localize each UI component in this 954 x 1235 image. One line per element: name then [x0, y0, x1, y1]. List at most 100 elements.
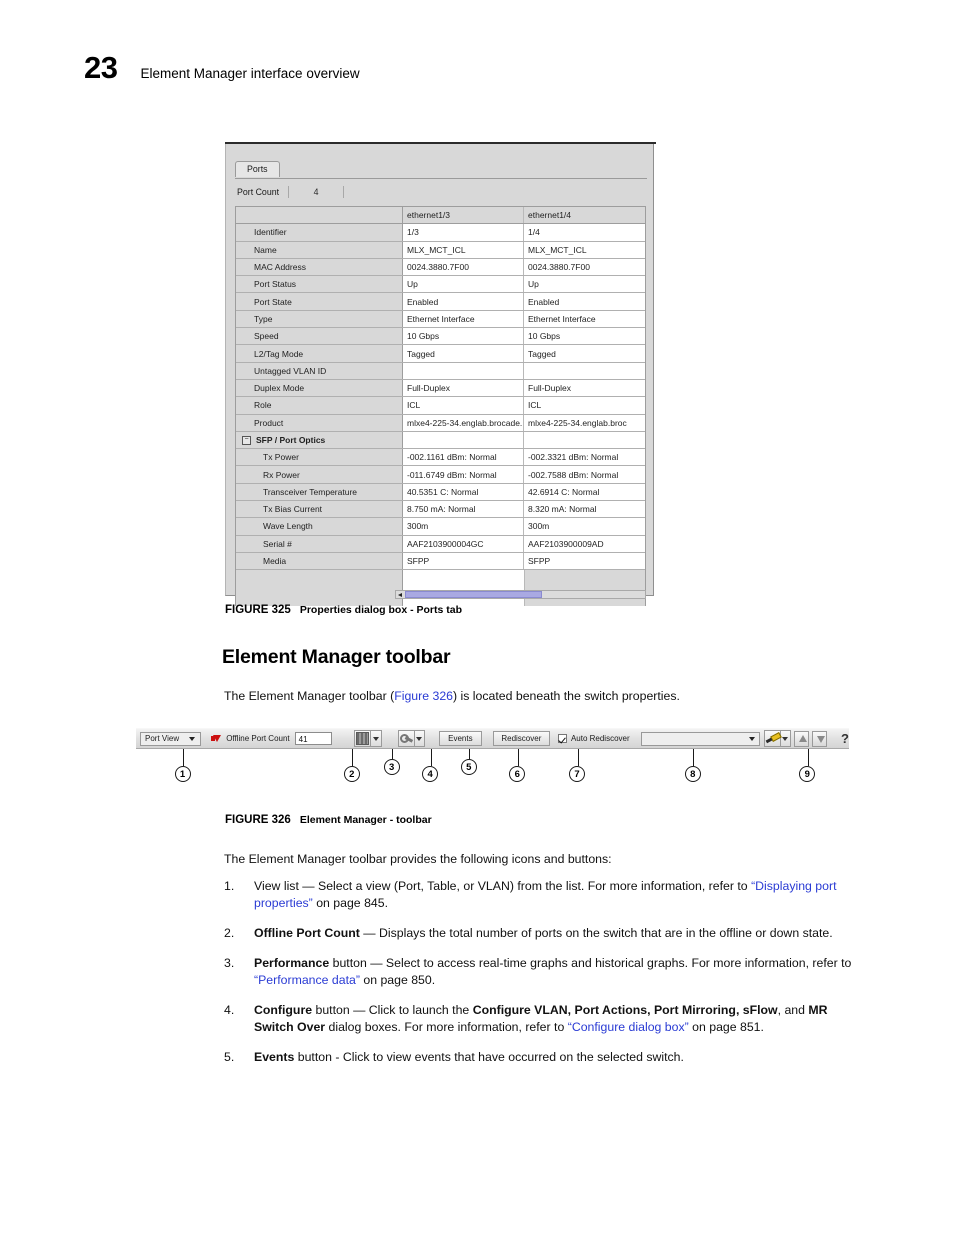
grid-row: Role ICL ICL [236, 397, 645, 415]
emphasis-text: Configure VLAN, Port Actions, Port Mirro… [472, 1002, 778, 1017]
scroll-left-arrow-icon[interactable] [396, 591, 405, 598]
list-item: 5. Events button - Click to view events t… [224, 1049, 869, 1066]
callout-leader-line [430, 749, 432, 766]
grid-row: − SFP / Port Optics [236, 431, 645, 450]
grid-cell: 40.5351 C: Normal [403, 483, 524, 501]
list-item: 4. Configure button — Click to launch the… [224, 1002, 869, 1036]
plain-text: — Displays the total number of ports on … [359, 925, 833, 940]
arrow-down-icon [817, 735, 826, 743]
properties-grid: ethernet1/3 ethernet1/4 Identifier 1/3 1/4 Na… [235, 206, 646, 607]
grid-row: Identifier 1/3 1/4 [236, 224, 645, 242]
callout-number: 7 [569, 766, 586, 782]
emphasis-text: Events [254, 1049, 295, 1064]
grid-cell: 0024.3880.7F00 [403, 258, 524, 276]
collapse-toggle-icon[interactable]: − [242, 435, 251, 445]
grid-row-label: Media [236, 552, 403, 570]
grid-row: Media SFPP SFPP [236, 552, 645, 571]
grid-row: Speed 10 Gbps 10 Gbps [236, 328, 645, 346]
plain-text: , and [777, 1002, 809, 1017]
callout-leader-line [352, 749, 354, 766]
callout-leader-line [693, 749, 695, 766]
callout-2: 2 [343, 749, 362, 782]
events-button[interactable]: Events [439, 731, 482, 746]
emphasis-text: Offline Port Count [254, 925, 360, 940]
grid-cell: -002.3321 dBm: Normal [524, 449, 645, 466]
chevron-down-icon [782, 736, 789, 741]
grid-row-label: Product [236, 414, 403, 431]
grid-cell: 300m [524, 518, 645, 535]
horizontal-scrollbar[interactable] [395, 590, 646, 599]
find-next-button[interactable] [812, 730, 828, 747]
plain-text: on page 850. [359, 972, 436, 987]
grid-cell: 300m [403, 518, 524, 535]
chevron-down-icon [748, 736, 755, 741]
grid-cell [403, 431, 524, 449]
grid-row: Wave Length 300m 300m [236, 518, 645, 536]
callout-5: 5 [460, 749, 479, 775]
list-item-text: View list — Select a view (Port, Table, … [254, 878, 869, 912]
grid-row-label: Role [236, 397, 403, 414]
grid-cell: 1/3 [403, 224, 524, 241]
emphasis-text: Performance [254, 955, 330, 970]
grid-row-label: Serial # [236, 535, 403, 552]
grid-row-label: − SFP / Port Optics [236, 431, 403, 449]
cross-reference-link[interactable]: “Configure dialog box” [568, 1020, 689, 1034]
list-item-text: Performance button — Select to access re… [254, 955, 869, 989]
list-item-number: 5. [224, 1049, 235, 1064]
port-count-value: 4 [288, 186, 345, 198]
plain-text: dialog boxes. For more information, refe… [325, 1019, 568, 1034]
tab-ports[interactable]: Ports [235, 161, 280, 177]
grid-row: Rx Power -011.6749 dBm: Normal -002.7588 d… [236, 466, 645, 484]
scrollbar-thumb[interactable] [405, 591, 542, 598]
grid-row: L2/Tag Mode Tagged Tagged [236, 345, 645, 363]
page-number: 23 [84, 50, 118, 85]
grid-row: Name MLX_MCT_ICL MLX_MCT_ICL [236, 241, 645, 259]
callout-number: 5 [460, 759, 477, 775]
configure-dropdown-button[interactable] [414, 730, 425, 747]
callout-leader-line [517, 749, 519, 766]
grid-row: Untagged VLAN ID [236, 362, 645, 380]
figure-326-link[interactable]: Figure 326 [394, 689, 453, 703]
grid-empty-space [236, 570, 645, 607]
view-list-dropdown[interactable]: Port View [140, 731, 202, 746]
highlight-button[interactable] [763, 730, 781, 747]
configure-button[interactable] [397, 730, 415, 747]
grid-cell: Ethernet Interface [403, 310, 524, 328]
grid-row: Tx Bias Current 8.750 mA: Normal 8.320 mA:… [236, 501, 645, 519]
grid-row: Serial # AAF2103900004GC AAF2103900009AD [236, 535, 645, 553]
grid-cell: -011.6749 dBm: Normal [403, 466, 524, 483]
callout-leader-line [392, 749, 394, 759]
plain-text: on page 845. [312, 895, 388, 910]
arrow-up-icon [799, 734, 808, 742]
performance-dropdown-button[interactable] [371, 730, 382, 747]
chevron-down-icon [189, 736, 196, 741]
auto-rediscover-checkbox[interactable] [557, 734, 567, 743]
help-icon[interactable]: ? [841, 732, 849, 745]
grid-row-label: Type [236, 310, 403, 328]
grid-cell [403, 362, 524, 379]
grid-cell: -002.7588 dBm: Normal [524, 466, 645, 483]
emphasis-text: Configure [254, 1002, 313, 1017]
highlight-dropdown-button[interactable] [780, 730, 792, 747]
callout-leader-line [807, 749, 809, 766]
grid-cell [524, 362, 645, 379]
rediscover-button[interactable]: Rediscover [492, 731, 550, 746]
grid-row: Product mlxe4-225-34.englab.brocade.... ml… [236, 414, 645, 432]
performance-button[interactable] [354, 730, 372, 747]
figure-326-tag: FIGURE 326 [225, 814, 291, 826]
list-item-number: 2. [224, 925, 235, 940]
callout-number: 9 [799, 766, 816, 782]
grid-row-label: Port State [236, 293, 403, 310]
dialog-tab-strip: Ports [235, 161, 280, 177]
cross-reference-link[interactable]: “Performance data” [254, 973, 360, 987]
list-item-number: 3. [224, 955, 235, 970]
tab-underline [235, 178, 647, 179]
search-dropdown[interactable] [640, 731, 760, 746]
find-previous-button[interactable] [794, 730, 810, 747]
list-item-text: Offline Port Count — Displays the total … [254, 925, 869, 942]
callout-leader-line [469, 749, 471, 759]
figure-325-caption: FIGURE 325 Properties dialog box - Ports… [225, 604, 462, 616]
grid-row-label: Duplex Mode [236, 379, 403, 397]
grid-row-label: Tx Power [236, 449, 403, 466]
grid-row: Port Status Up Up [236, 276, 645, 294]
